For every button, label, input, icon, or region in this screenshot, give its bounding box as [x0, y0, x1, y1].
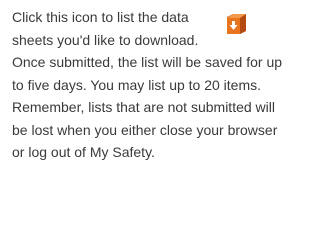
download-list-icon-graphic: [227, 14, 246, 34]
info-panel: Click this icon to list the data sheets …: [0, 0, 290, 250]
download-list-icon[interactable]: [224, 11, 248, 35]
